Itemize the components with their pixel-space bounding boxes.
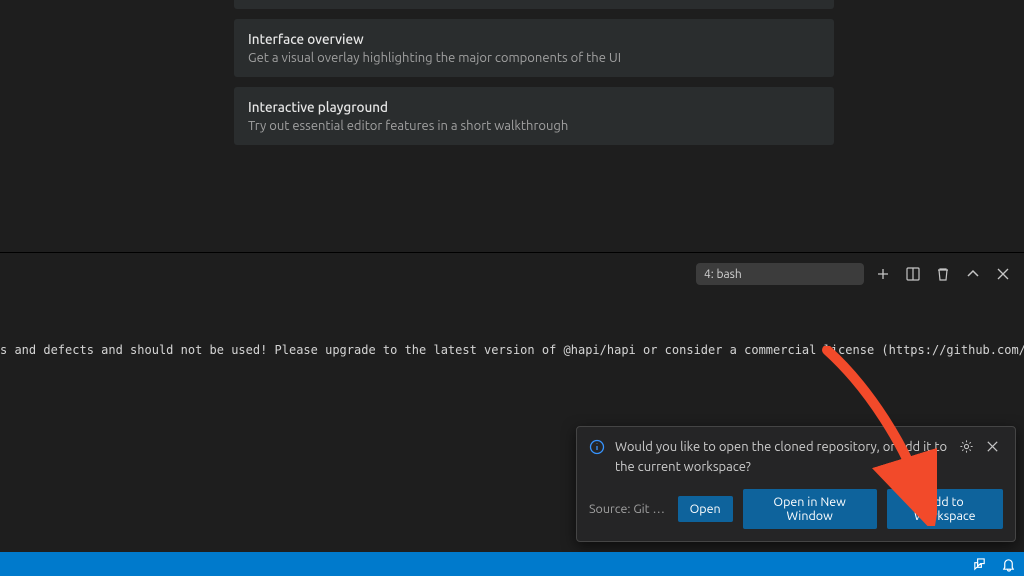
new-terminal-button[interactable]: [872, 263, 894, 285]
welcome-card-playground[interactable]: Interactive playground Try out essential…: [234, 87, 834, 145]
gear-icon[interactable]: [959, 439, 977, 457]
welcome-card-desc: Try out essential editor features in a s…: [248, 119, 820, 133]
status-bar: [0, 552, 1024, 576]
notification-message: Would you like to open the cloned reposi…: [615, 437, 951, 477]
welcome-card-title: Interactive playground: [248, 99, 820, 115]
terminal-selector-label: 4: bash: [704, 268, 742, 281]
open-new-window-button[interactable]: Open in New Window: [743, 489, 877, 529]
terminal-line: s and defects and should not be used! Pl…: [0, 341, 1024, 359]
notifications-icon[interactable]: [1001, 557, 1016, 572]
terminal-toolbar: 4: bash: [696, 263, 1014, 285]
welcome-cards: Rapidly access and search commands from …: [234, 0, 834, 155]
open-button[interactable]: Open: [678, 496, 733, 522]
close-panel-button[interactable]: [992, 263, 1014, 285]
welcome-card-desc: Get a visual overlay highlighting the ma…: [248, 51, 820, 65]
notification-source: Source: Git (E…: [589, 502, 668, 516]
editor-area: Rapidly access and search commands from …: [0, 0, 1024, 252]
notification-toast: Would you like to open the cloned reposi…: [576, 426, 1016, 542]
add-to-workspace-button[interactable]: Add to Workspace: [887, 489, 1003, 529]
split-terminal-button[interactable]: [902, 263, 924, 285]
welcome-card-command-palette[interactable]: Rapidly access and search commands from …: [234, 0, 834, 9]
feedback-icon[interactable]: [972, 557, 987, 572]
terminal-selector[interactable]: 4: bash: [696, 263, 864, 285]
maximize-panel-button[interactable]: [962, 263, 984, 285]
welcome-card-title: Interface overview: [248, 31, 820, 47]
kill-terminal-button[interactable]: [932, 263, 954, 285]
close-icon[interactable]: [985, 439, 1003, 457]
welcome-card-interface-overview[interactable]: Interface overview Get a visual overlay …: [234, 19, 834, 77]
info-icon: [589, 439, 607, 458]
